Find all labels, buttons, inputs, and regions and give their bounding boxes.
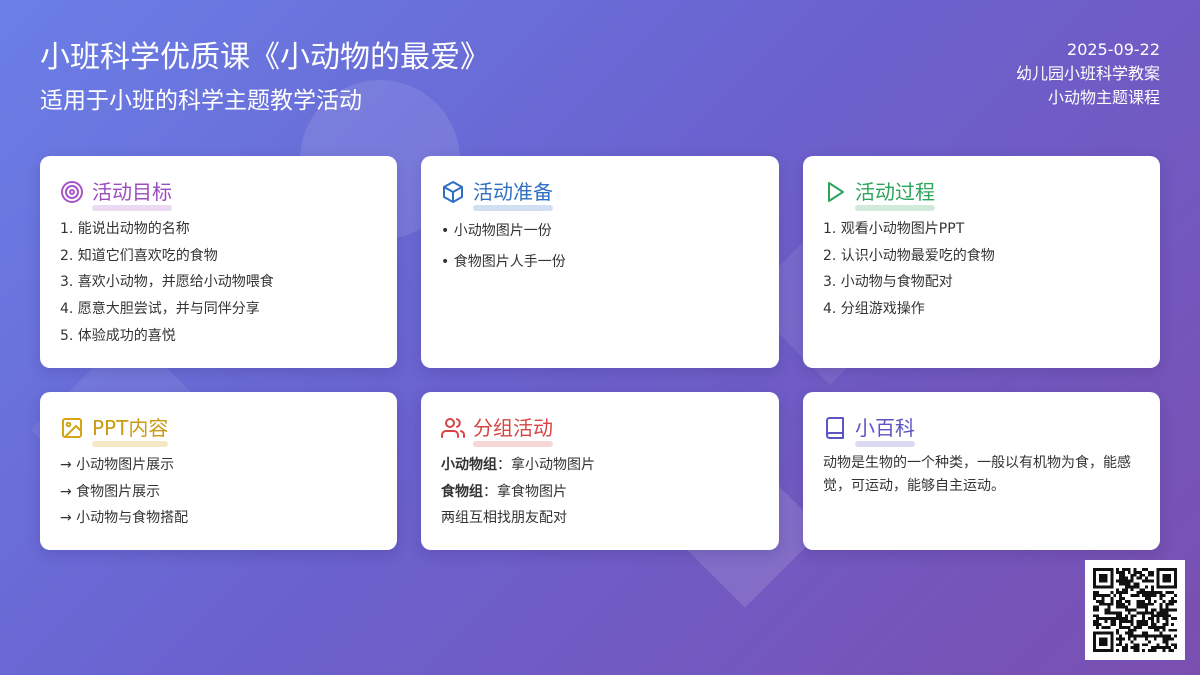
list-item: 3. 小动物与食物配对 [823, 274, 953, 291]
group-line: 小动物组：拿小动物图片 [441, 452, 759, 479]
preparation-list: • 小动物图片一份 • 食物图片人手一份 [441, 216, 759, 278]
list-item: 1. 能说出动物的名称 [60, 221, 190, 237]
card-title: 分组活动 [473, 416, 553, 447]
group-label: 小动物组 [441, 457, 497, 473]
meta-course-type: 幼儿园小班科学教案 [1015, 64, 1160, 83]
header-meta: 2025-09-22 幼儿园小班科学教案 小动物主题课程 [1016, 38, 1160, 110]
qr-code-icon [1093, 568, 1177, 652]
card-header: 分组活动 [441, 412, 759, 447]
list-item: 5. 体验成功的喜悦 [60, 327, 176, 344]
group-text: ：拿食物图片 [483, 483, 567, 500]
card-encyclopedia: 小百科 动物是生物的一个种类，一般以有机物为食，能感觉，可运动，能够自主运动。 [803, 392, 1160, 550]
list-item: 2. 认识小动物最爱吃的食物 [823, 247, 995, 264]
list-item: 4. 愿意大胆尝试，并与同伴分享 [60, 301, 260, 318]
list-item: → 食物图片展示 [60, 483, 161, 500]
card-goals: 活动目标 1. 能说出动物的名称 2. 知道它们喜欢吃的食物 3. 喜欢小动物，… [40, 156, 397, 368]
card-group-activity: 分组活动 小动物组：拿小动物图片 食物组：拿食物图片 两组互相找朋友配对 [421, 392, 779, 550]
page-subtitle: 适用于小班的科学主题教学活动 [40, 88, 362, 114]
list-item: 1. 观看小动物图片PPT [823, 221, 965, 237]
page-title: 小班科学优质课《小动物的最爱》 [40, 40, 490, 75]
list-item: → 小动物与食物搭配 [60, 510, 189, 527]
group-label: 食物组 [441, 483, 483, 500]
card-title: 活动准备 [473, 180, 553, 211]
list-item: 3. 喜欢小动物，并愿给小动物喂食 [60, 274, 274, 291]
card-header: 活动过程 [823, 176, 1140, 211]
meta-course-theme: 小动物主题课程 [1047, 88, 1160, 107]
group-text: ：拿小动物图片 [497, 457, 595, 473]
date-label: 2025-09-22 [1067, 40, 1160, 59]
cube-icon [441, 180, 465, 204]
group-line: 两组互相找朋友配对 [441, 510, 567, 527]
qr-code [1085, 560, 1185, 660]
goals-list: 1. 能说出动物的名称 2. 知道它们喜欢吃的食物 3. 喜欢小动物，并愿给小动… [60, 216, 377, 350]
card-ppt-content: PPT内容 → 小动物图片展示 → 食物图片展示 → 小动物与食物搭配 [40, 392, 397, 550]
group-line: 食物组：拿食物图片 [441, 479, 759, 506]
list-item: • 小动物图片一份 [441, 223, 552, 239]
users-icon [441, 416, 465, 440]
card-title: 活动过程 [855, 180, 935, 211]
card-header: 活动目标 [60, 176, 377, 211]
card-header: 小百科 [823, 412, 1140, 447]
card-title: 小百科 [855, 416, 915, 447]
card-header: 活动准备 [441, 176, 759, 211]
list-item: 2. 知道它们喜欢吃的食物 [60, 247, 218, 264]
target-icon [60, 180, 84, 204]
image-icon [60, 416, 84, 440]
card-header: PPT内容 [60, 412, 377, 447]
card-title: 活动目标 [92, 180, 172, 211]
header: 小班科学优质课《小动物的最爱》 适用于小班的科学主题教学活动 2025-09-2… [40, 38, 1160, 128]
encyclopedia-text: 动物是生物的一个种类，一般以有机物为食，能感觉，可运动，能够自主运动。 [823, 455, 1131, 494]
list-item: • 食物图片人手一份 [441, 254, 566, 270]
list-item: 4. 分组游戏操作 [823, 301, 925, 318]
card-preparation: 活动准备 • 小动物图片一份 • 食物图片人手一份 [421, 156, 779, 368]
play-icon [823, 180, 847, 204]
card-title: PPT内容 [92, 416, 169, 447]
book-icon [823, 416, 847, 440]
list-item: → 小动物图片展示 [60, 457, 175, 473]
card-process: 活动过程 1. 观看小动物图片PPT 2. 认识小动物最爱吃的食物 3. 小动物… [803, 156, 1160, 368]
ppt-list: → 小动物图片展示 → 食物图片展示 → 小动物与食物搭配 [60, 452, 377, 532]
process-list: 1. 观看小动物图片PPT 2. 认识小动物最爱吃的食物 3. 小动物与食物配对… [823, 216, 1140, 323]
